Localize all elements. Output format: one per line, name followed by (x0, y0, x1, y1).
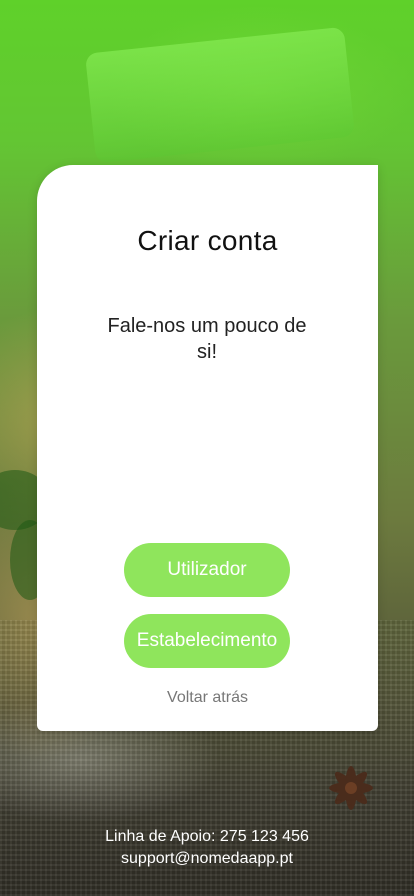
support-email[interactable]: support@nomedaapp.pt (0, 848, 414, 870)
user-button[interactable]: Utilizador (124, 543, 290, 597)
signup-card: Criar conta Fale-nos um pouco de si! Uti… (37, 165, 378, 731)
page-subtitle: Fale-nos um pouco de si! (107, 315, 307, 363)
support-phone: Linha de Apoio: 275 123 456 (105, 828, 309, 845)
star-anise-icon (329, 766, 373, 810)
back-link[interactable]: Voltar atrás (37, 689, 378, 707)
page-title: Criar conta (137, 225, 278, 256)
establishment-button[interactable]: Estabelecimento (124, 614, 290, 668)
support-footer: Linha de Apoio: 275 123 456 support@nome… (0, 826, 414, 870)
background-dish (84, 26, 356, 164)
